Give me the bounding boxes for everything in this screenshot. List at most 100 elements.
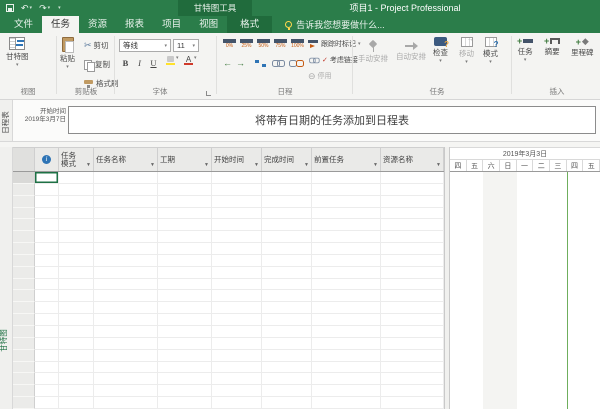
table-cell[interactable] [312,184,381,196]
table-cell[interactable] [35,302,59,314]
outdent-task-icon[interactable]: ← [223,59,232,68]
table-cell[interactable] [94,267,158,279]
table-cell[interactable] [59,279,94,291]
table-cell[interactable] [381,267,444,279]
table-cell[interactable] [262,255,312,267]
insert-task-button[interactable]: + 任务 ▾ [517,37,533,62]
gantt-chart-body[interactable] [450,172,600,409]
row-header[interactable] [13,326,35,338]
table-cell[interactable] [94,326,158,338]
paste-button[interactable]: 粘贴 ▾ [60,37,75,69]
table-cell[interactable] [262,196,312,208]
table-cell[interactable] [212,326,262,338]
row-header[interactable] [13,255,35,267]
table-cell[interactable] [35,350,59,362]
table-cell[interactable] [312,231,381,243]
timescale-week-tier[interactable]: 2019年3月3日 [450,147,600,160]
table-cell[interactable] [94,397,158,409]
table-cell[interactable] [212,279,262,291]
tab-资源[interactable]: 资源 [79,16,116,33]
font-size-combo[interactable]: 11 ▾ [173,39,199,52]
table-cell[interactable] [262,290,312,302]
auto-schedule-button[interactable]: 自动安排 [396,41,426,62]
table-cell[interactable] [158,279,212,291]
table-cell[interactable] [35,208,59,220]
table-cell[interactable] [94,255,158,267]
table-cell[interactable] [381,302,444,314]
table-cell[interactable] [158,314,212,326]
table-cell[interactable] [262,362,312,374]
tab-项目[interactable]: 项目 [153,16,190,33]
table-cell[interactable] [158,184,212,196]
cut-button[interactable]: ✂ 剪切 [84,40,109,51]
table-cell[interactable] [94,350,158,362]
row-header[interactable] [13,208,35,220]
table-cell[interactable] [59,243,94,255]
row-header[interactable] [13,385,35,397]
row-header[interactable] [13,184,35,196]
table-cell[interactable] [212,385,262,397]
row-header[interactable] [13,231,35,243]
table-cell[interactable] [212,267,262,279]
percent-complete-25%-button[interactable]: 25% [238,39,255,49]
table-cell[interactable] [94,385,158,397]
table-cell[interactable] [381,243,444,255]
table-cell[interactable] [381,385,444,397]
table-cell[interactable] [59,314,94,326]
table-cell[interactable] [312,314,381,326]
timescale-day-cell[interactable]: 四 [450,160,467,171]
table-cell[interactable] [35,279,59,291]
table-cell[interactable] [158,243,212,255]
background-color-button[interactable]: ▾ [166,56,179,65]
table-cell[interactable] [262,184,312,196]
table-cell[interactable] [312,350,381,362]
table-cell[interactable] [158,231,212,243]
table-cell[interactable] [312,267,381,279]
column-header-任务模式[interactable]: 任务模式▼ [59,147,94,171]
bold-button[interactable]: B [119,56,132,69]
column-header-资源名称[interactable]: 资源名称▼ [381,147,444,171]
table-cell[interactable] [212,338,262,350]
table-cell[interactable] [59,231,94,243]
table-cell[interactable] [312,208,381,220]
table-cell[interactable] [381,231,444,243]
table-cell[interactable] [35,196,59,208]
table-cell[interactable] [262,172,312,184]
timescale-day-cell[interactable]: 五 [583,160,600,171]
table-cell[interactable] [59,290,94,302]
underline-button[interactable]: U [147,56,160,69]
inactivate-button[interactable]: ⊖ 停用 [308,71,332,81]
table-cell[interactable] [158,255,212,267]
timescale-day-cell[interactable]: 二 [533,160,550,171]
table-cell[interactable] [59,184,94,196]
table-cell[interactable] [59,397,94,409]
table-cell[interactable] [212,255,262,267]
font-color-button[interactable]: A ▾ [184,56,197,65]
table-cell[interactable] [158,385,212,397]
table-cell[interactable] [59,302,94,314]
mode-button[interactable]: 模式 ▾ [483,37,498,64]
row-header[interactable] [13,350,35,362]
table-cell[interactable] [381,373,444,385]
column-header-开始时间[interactable]: 开始时间▼ [212,147,262,171]
table-cell[interactable] [212,362,262,374]
table-cell[interactable] [262,302,312,314]
customize-qat-button[interactable]: ▾ [57,0,61,16]
table-cell[interactable] [59,338,94,350]
tab-报表[interactable]: 报表 [116,16,153,33]
table-cell[interactable] [158,172,212,184]
table-cell[interactable] [262,219,312,231]
table-cell[interactable] [94,184,158,196]
table-cell[interactable] [312,243,381,255]
table-cell[interactable] [94,279,158,291]
table-cell[interactable] [94,208,158,220]
table-cell[interactable] [212,172,262,184]
table-cell[interactable] [312,255,381,267]
table-cell[interactable] [312,338,381,350]
row-header[interactable] [13,314,35,326]
table-cell[interactable] [212,314,262,326]
table-cell[interactable] [35,243,59,255]
save-button[interactable] [6,4,14,12]
table-cell[interactable] [59,255,94,267]
italic-button[interactable]: I [133,56,146,69]
